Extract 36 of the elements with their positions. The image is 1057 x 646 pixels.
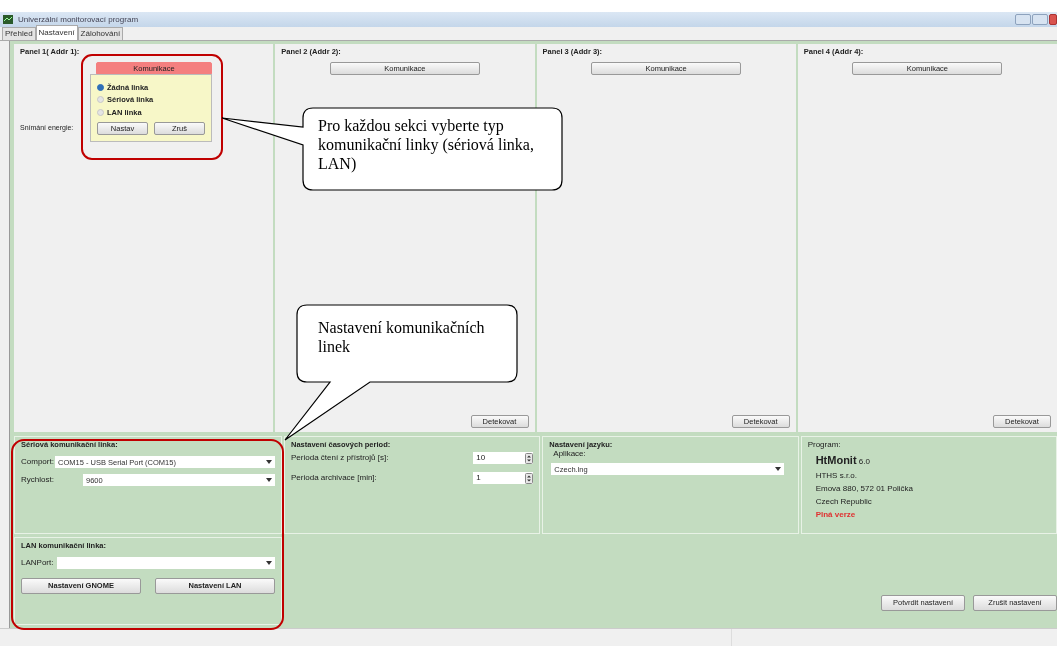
- callout-text: Pro každou sekci vyberte typ komunikační linky (sériová linka, LAN): [318, 116, 535, 173]
- group-title: Program:: [807, 439, 842, 451]
- version-text: 6.0: [858, 457, 870, 466]
- info-text: HTHS s.r.o.: [814, 469, 858, 482]
- minimize-button[interactable]: [1015, 14, 1031, 25]
- field-value: 10: [476, 452, 486, 465]
- number-field[interactable]: 1: [473, 472, 534, 485]
- edition-text: Plná verze: [814, 508, 857, 521]
- app-icon: [3, 15, 13, 24]
- info-text: Czech Republic: [814, 495, 873, 508]
- dropdown-caret-icon: [266, 478, 272, 483]
- radio-button[interactable]: [97, 96, 104, 104]
- dropdown-caret-icon: [266, 460, 272, 465]
- field-label: Perioda archivace [min]:: [291, 472, 377, 485]
- dropdown-field[interactable]: [57, 557, 275, 570]
- spinner-icon[interactable]: [525, 472, 534, 484]
- info-text: Emova 880, 572 01 Polička: [814, 482, 915, 495]
- radio-button[interactable]: [97, 108, 104, 116]
- close-button[interactable]: [1049, 14, 1057, 25]
- tab[interactable]: Nastavení: [35, 25, 78, 40]
- dropdown-caret-icon: [266, 561, 272, 566]
- field-label: LANPort:: [21, 557, 54, 570]
- window-title: Univerzální monitorovací program: [18, 13, 139, 26]
- maximize-button[interactable]: [1032, 14, 1048, 25]
- callout-text: Nastavení komunikačních linek: [318, 318, 486, 356]
- field-label: Rychlost:: [21, 474, 55, 487]
- product-name: HtMonit: [815, 454, 857, 466]
- field-label: Perioda čtení z přístrojů [s]:: [291, 452, 389, 465]
- dropdown-caret-icon: [774, 467, 781, 472]
- field-value: 1: [476, 472, 481, 485]
- number-field[interactable]: 10: [473, 452, 534, 465]
- spinner-icon[interactable]: [525, 452, 534, 464]
- field-label: Aplikace:: [552, 449, 587, 461]
- tab[interactable]: Přehled: [2, 27, 36, 40]
- radio-button[interactable]: [97, 84, 104, 92]
- tab[interactable]: Zálohování: [77, 27, 124, 40]
